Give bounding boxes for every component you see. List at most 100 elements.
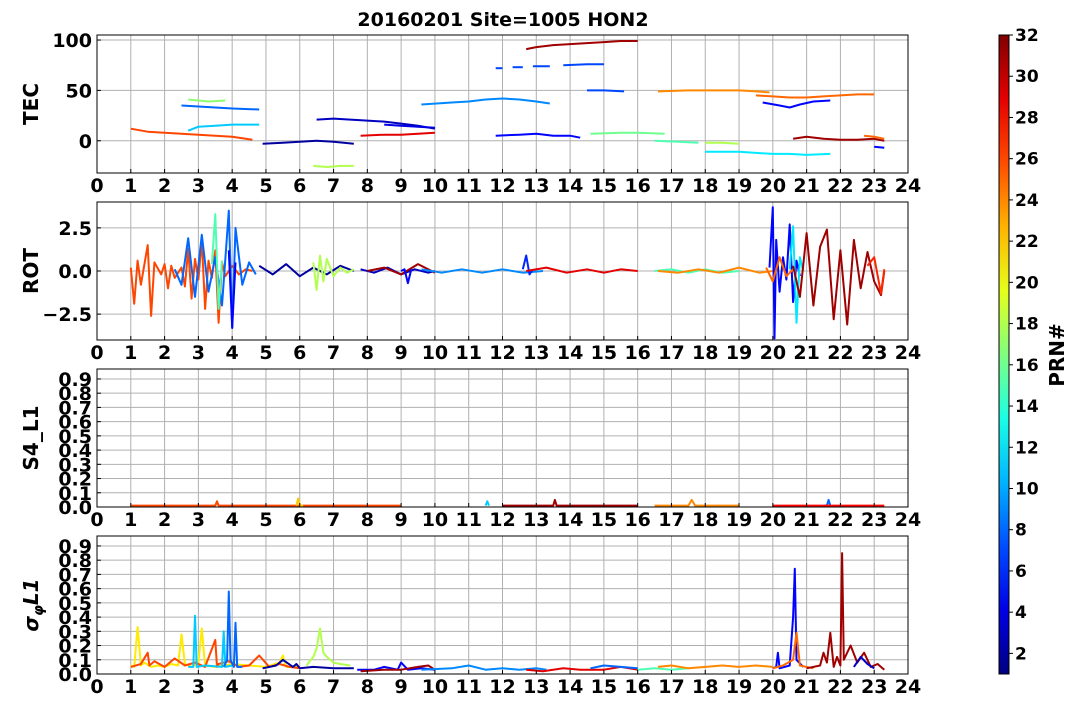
x-tick-label: 2	[158, 342, 171, 364]
x-tick-label: 6	[293, 676, 306, 698]
x-tick-label: 19	[726, 175, 752, 197]
colorbar-tick-label: 24	[1015, 191, 1039, 211]
x-tick-label: 3	[192, 342, 205, 364]
x-tick-label: 13	[523, 175, 549, 197]
x-tick-label: 9	[395, 175, 408, 197]
x-tick-label: 24	[895, 676, 921, 698]
x-tick-label: 2	[158, 175, 171, 197]
x-tick-label: 1	[124, 676, 137, 698]
x-tick-label: 11	[455, 509, 481, 531]
colorbar-tick-label: 30	[1015, 67, 1039, 87]
x-tick-label: 1	[124, 342, 137, 364]
panel-sigma-phi-l1: 0 1 2 3 4 5 6 7 8 9 10 11 12 13 14 15 16 17 18 19 20 21 22 23 24…	[19, 535, 921, 698]
y-tick-label: 0.0	[58, 261, 92, 283]
x-tick-label: 11	[455, 175, 481, 197]
series-line-prn-16	[590, 131, 665, 135]
x-tick-label: 8	[361, 509, 374, 531]
series-line-prn-5	[495, 132, 581, 139]
x-tick-label: 23	[861, 676, 887, 698]
x-tick-label: 21	[793, 342, 819, 364]
colorbar-tick-label: 16	[1015, 356, 1039, 376]
series-line-prn-24	[654, 498, 739, 507]
x-tick-label: 24	[895, 342, 921, 364]
series-line-prn-24	[657, 664, 773, 670]
x-tick-label: 10	[422, 509, 448, 531]
figure-title: 20160201 Site=1005 HON2	[357, 9, 648, 31]
series-line-prn-7	[563, 63, 604, 67]
y-axis-label: TEC	[19, 83, 43, 125]
series-line-prn-8	[181, 104, 260, 111]
x-tick-label: 4	[226, 342, 239, 364]
x-tick-label: 3	[192, 175, 205, 197]
x-tick-label: 17	[658, 509, 684, 531]
x-tick-label: 9	[395, 509, 408, 531]
series-line-prn-12	[705, 150, 831, 156]
x-tick-label: 19	[726, 676, 752, 698]
x-tick-label: 14	[557, 509, 583, 531]
x-tick-label: 24	[895, 175, 921, 197]
x-tick-label: 5	[259, 342, 272, 364]
x-tick-label: 9	[395, 342, 408, 364]
x-tick-label: 13	[523, 676, 549, 698]
x-tick-label: 15	[591, 676, 617, 698]
x-tick-label: 11	[455, 342, 481, 364]
colorbar-tick-label: 12	[1015, 438, 1039, 458]
x-tick-label: 6	[293, 509, 306, 531]
y-tick-label: 50	[66, 80, 92, 102]
x-tick-label: 18	[692, 175, 718, 197]
x-tick-label: 7	[327, 342, 340, 364]
x-tick-label: 14	[557, 342, 583, 364]
x-tick-label: 20	[760, 676, 786, 698]
x-tick-label: 20	[760, 342, 786, 364]
x-tick-label: 16	[624, 342, 650, 364]
x-tick-label: 14	[557, 175, 583, 197]
x-tick-label: 17	[658, 342, 684, 364]
panels: 0 1 2 3 4 5 6 7 8 9 10 11 12 13 14 15 16 17 18 19 20 21 22 23 24…	[19, 30, 921, 698]
x-tick-label: 19	[726, 509, 752, 531]
x-tick-label: 17	[658, 175, 684, 197]
x-tick-label: 5	[259, 509, 272, 531]
x-tick-label: 16	[624, 676, 650, 698]
x-tick-label: 18	[692, 342, 718, 364]
x-tick-label: 23	[861, 342, 887, 364]
x-tick-label: 20	[760, 175, 786, 197]
series-line-prn-17	[188, 98, 226, 103]
panel-s4-l1: 0 1 2 3 4 5 6 7 8 9 10 11 12 13 14 15 16 17 18 19 20 21 22 23 24…	[19, 368, 921, 531]
colorbar: 2468101214161820222426283032PRN#	[998, 26, 1069, 675]
x-tick-label: 16	[624, 175, 650, 197]
x-tick-label: 15	[591, 509, 617, 531]
x-tick-label: 0	[90, 509, 103, 531]
x-tick-label: 10	[422, 676, 448, 698]
x-tick-label: 2	[158, 509, 171, 531]
colorbar-tick-label: 14	[1015, 397, 1039, 417]
x-tick-label: 22	[827, 175, 853, 197]
colorbar-tick-label: 4	[1015, 603, 1027, 623]
series-group	[130, 40, 885, 168]
x-tick-label: 11	[455, 676, 481, 698]
x-tick-label: 0	[90, 676, 103, 698]
colorbar-tick-label: 2	[1015, 644, 1027, 664]
x-tick-label: 21	[793, 676, 819, 698]
x-tick-label: 3	[192, 676, 205, 698]
x-tick-label: 5	[259, 175, 272, 197]
panel-rot: 0 1 2 3 4 5 6 7 8 9 10 11 12 13 14 15 16 17 18 19 20 21 22 23 24…	[19, 201, 921, 364]
colorbar-tick-label: 10	[1015, 479, 1039, 499]
x-tick-label: 18	[692, 509, 718, 531]
y-axis-label: ROT	[19, 248, 43, 294]
series-line-prn-5	[874, 145, 885, 149]
x-tick-label: 14	[557, 676, 583, 698]
x-tick-label: 22	[827, 676, 853, 698]
x-tick-label: 0	[90, 175, 103, 197]
x-tick-label: 13	[523, 342, 549, 364]
x-tick-label: 7	[327, 509, 340, 531]
x-tick-label: 21	[793, 509, 819, 531]
series-line-prn-25	[755, 93, 875, 99]
x-tick-label: 6	[293, 175, 306, 197]
x-tick-label: 23	[861, 175, 887, 197]
series-line-prn-18	[313, 164, 354, 168]
x-tick-label: 9	[395, 676, 408, 698]
colorbar-tick-label: 20	[1015, 273, 1039, 293]
x-tick-label: 12	[489, 509, 515, 531]
y-axis-label: S4_L1	[19, 406, 43, 471]
x-tick-label: 4	[226, 676, 239, 698]
